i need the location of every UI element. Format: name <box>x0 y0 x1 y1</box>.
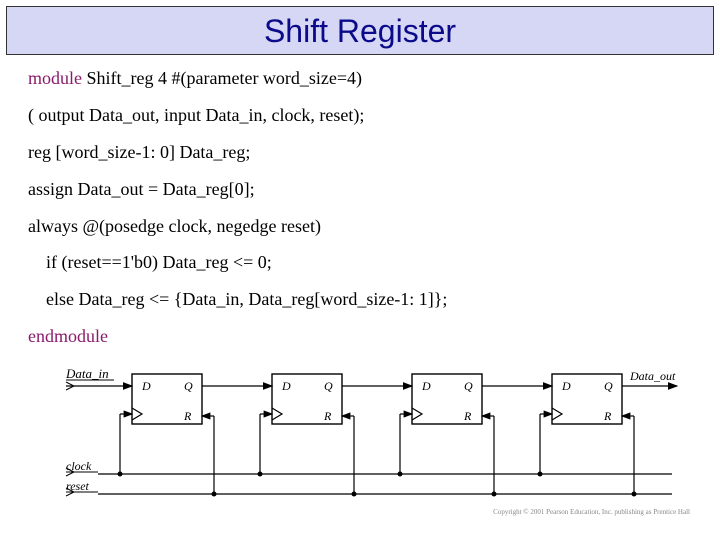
flipflop-2 <box>272 374 342 424</box>
code-line-5: always @(posedge clock, negedge reset) <box>28 213 692 241</box>
label-data-out: Data_out <box>629 369 676 383</box>
slide-title-bar: Shift Register <box>6 6 714 55</box>
code-l1-rest: Shift_reg 4 #(parameter word_size=4) <box>82 68 362 88</box>
shift-register-diagram: D Q R Data_in Data_out clock reset <box>62 366 700 506</box>
flipflop-4 <box>552 374 622 424</box>
code-line-8: endmodule <box>28 323 692 351</box>
slide-title: Shift Register <box>7 13 713 50</box>
code-line-4: assign Data_out = Data_reg[0]; <box>28 176 692 204</box>
keyword-module: module <box>28 68 82 88</box>
code-line-3: reg [word_size-1: 0] Data_reg; <box>28 139 692 167</box>
reset-taps <box>202 416 637 497</box>
code-line-6: if (reset==1'b0) Data_reg <= 0; <box>28 249 692 277</box>
code-line-7: else Data_reg <= {Data_in, Data_reg[word… <box>28 286 692 314</box>
label-data-in: Data_in <box>65 366 109 381</box>
code-block: module Shift_reg 4 #(parameter word_size… <box>0 55 720 364</box>
keyword-endmodule: endmodule <box>28 326 108 346</box>
code-line-2: ( output Data_out, input Data_in, clock,… <box>28 102 692 130</box>
flipflop-1 <box>132 374 202 424</box>
label-clock: clock <box>66 459 92 473</box>
flipflop-3 <box>412 374 482 424</box>
copyright-text: Copyright © 2001 Pearson Education, Inc.… <box>0 508 690 516</box>
label-reset: reset <box>66 479 90 493</box>
code-line-1: module Shift_reg 4 #(parameter word_size… <box>28 65 692 93</box>
